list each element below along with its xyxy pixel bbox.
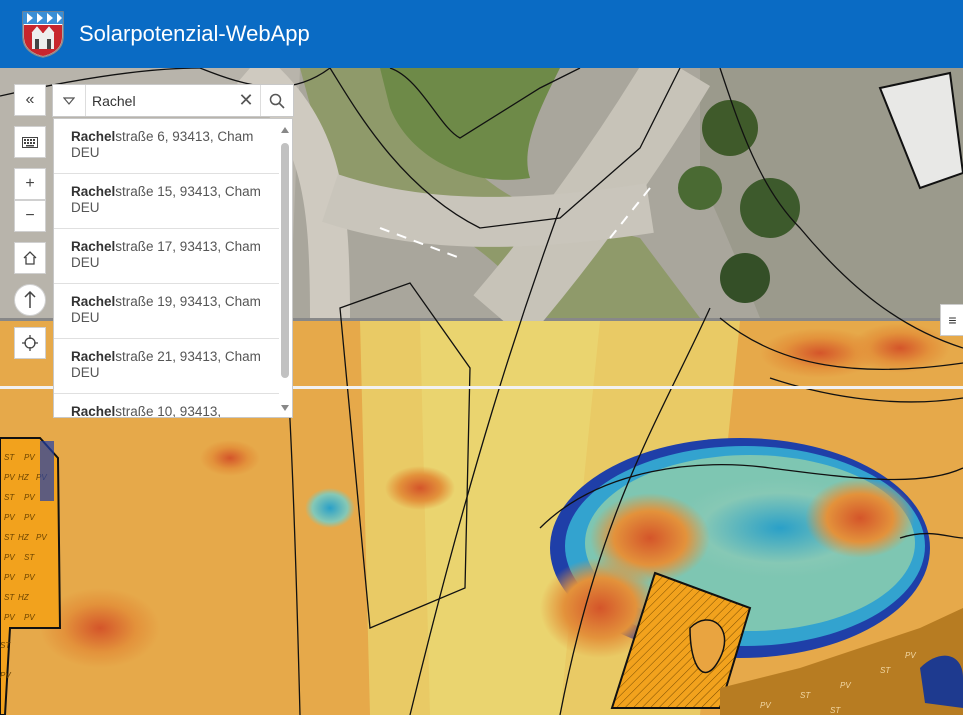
suggestion-match: Rachel [71, 349, 116, 364]
suggestion-item[interactable]: Rachelstraße 10, 93413, [54, 394, 279, 418]
svg-text:PV: PV [24, 613, 35, 622]
svg-text:ST: ST [4, 493, 15, 502]
search-suggestions: Rachelstraße 6, 93413, Cham DEU Rachelst… [53, 118, 293, 418]
suggestion-match: Rachel [71, 239, 116, 254]
search-icon [269, 93, 285, 109]
suggestion-match: Rachel [71, 294, 116, 309]
svg-text:ST: ST [4, 533, 15, 542]
search-source-dropdown[interactable] [53, 85, 86, 116]
svg-text:ST: ST [0, 641, 11, 650]
suggestion-item[interactable]: Rachelstraße 15, 93413, Cham DEU [54, 174, 279, 229]
keyboard-icon[interactable] [14, 126, 46, 158]
svg-text:PV: PV [4, 513, 15, 522]
svg-text:HZ: HZ [18, 473, 30, 482]
svg-text:PV: PV [24, 453, 35, 462]
svg-text:PV: PV [24, 573, 35, 582]
svg-text:PV: PV [4, 613, 15, 622]
svg-text:ST: ST [800, 691, 811, 700]
home-icon[interactable] [14, 242, 46, 274]
coat-of-arms-logo [22, 11, 64, 58]
app-title: Solarpotenzial-WebApp [79, 21, 310, 46]
svg-text:PV: PV [905, 651, 916, 660]
svg-text:PV: PV [760, 701, 771, 710]
suggestion-match: Rachel [71, 129, 116, 144]
svg-text:ST: ST [4, 593, 15, 602]
search-button[interactable] [260, 85, 293, 116]
compass-icon[interactable] [14, 284, 46, 316]
zoom-in-button[interactable]: + [14, 168, 46, 200]
svg-text:PV: PV [24, 493, 35, 502]
svg-text:PV: PV [840, 681, 851, 690]
suggestion-item[interactable]: Rachelstraße 6, 93413, Cham DEU [54, 119, 279, 174]
svg-text:PV: PV [0, 671, 11, 680]
suggestion-item[interactable]: Rachelstraße 17, 93413, Cham DEU [54, 229, 279, 284]
scroll-up-icon[interactable] [281, 127, 289, 133]
svg-text:ST: ST [24, 553, 35, 562]
zoom-out-button[interactable]: − [14, 200, 46, 232]
scroll-down-icon[interactable] [281, 405, 289, 411]
suggestion-match: Rachel [71, 184, 116, 199]
svg-text:PV: PV [4, 553, 15, 562]
locate-icon[interactable] [14, 327, 46, 359]
svg-text:HZ: HZ [18, 533, 30, 542]
layer-list-icon[interactable]: ≡ [940, 304, 963, 336]
svg-text:ST: ST [880, 666, 891, 675]
chevron-down-icon [63, 96, 75, 105]
suggestion-rest: straße 10, 93413, [115, 404, 222, 418]
svg-text:ST: ST [4, 453, 15, 462]
scrollbar-thumb[interactable] [281, 143, 289, 378]
svg-text:PV: PV [36, 533, 47, 542]
suggestion-item[interactable]: Rachelstraße 19, 93413, Cham DEU [54, 284, 279, 339]
suggestion-item[interactable]: Rachelstraße 21, 93413, Cham DEU [54, 339, 279, 394]
svg-text:PV: PV [4, 473, 15, 482]
svg-text:PV: PV [24, 513, 35, 522]
search-widget: ✕ [52, 84, 294, 117]
clear-search-button[interactable]: ✕ [232, 85, 260, 116]
collapse-button[interactable]: « [14, 84, 46, 116]
search-input[interactable] [86, 85, 232, 116]
svg-text:PV: PV [4, 573, 15, 582]
app-header: Solarpotenzial-WebApp [0, 0, 963, 68]
svg-text:HZ: HZ [18, 593, 30, 602]
suggestions-scrollbar[interactable] [280, 123, 290, 415]
suggestion-match: Rachel [71, 404, 116, 418]
svg-text:ST: ST [830, 706, 841, 715]
